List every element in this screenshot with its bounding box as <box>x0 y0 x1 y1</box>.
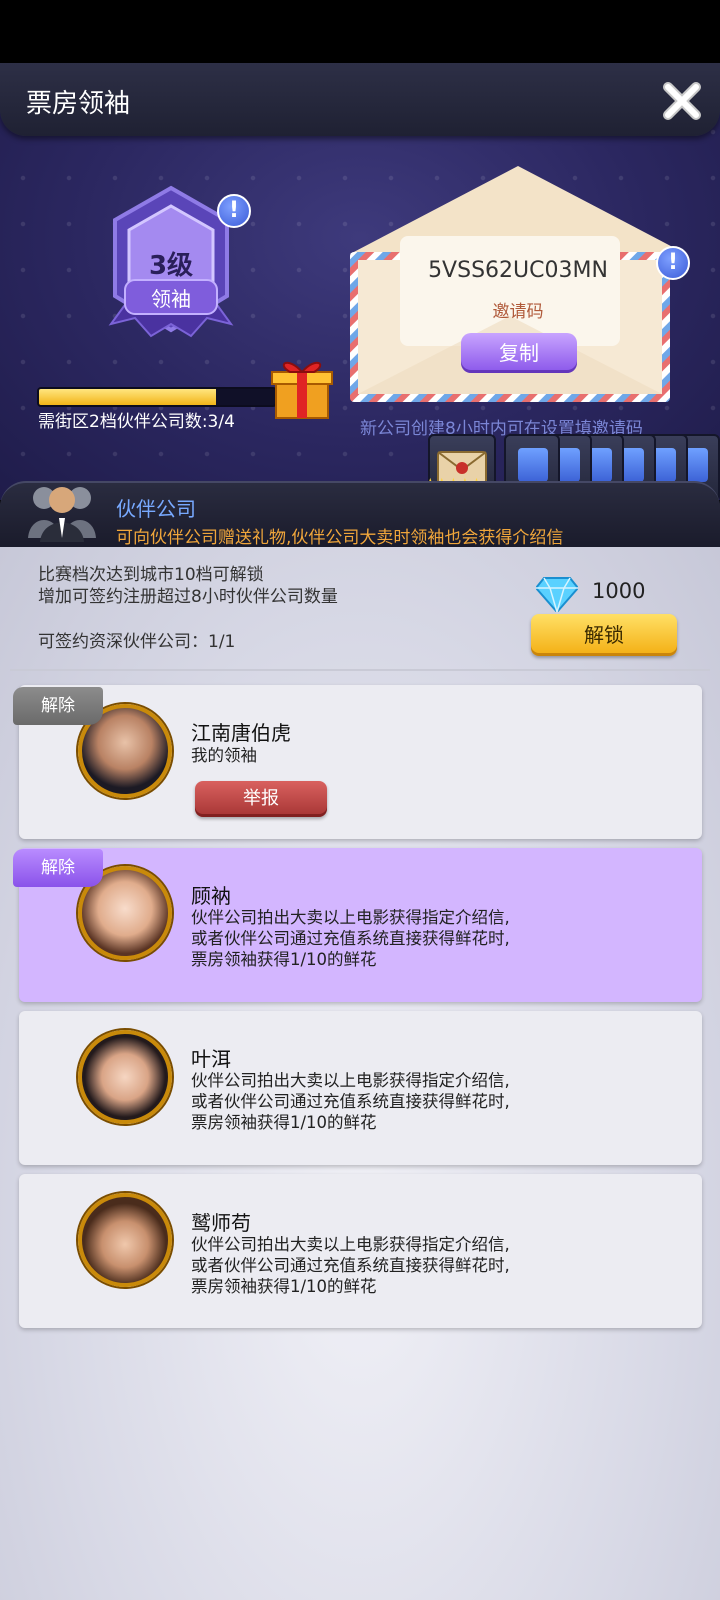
member-name: 鹫师苟 <box>191 1211 251 1235</box>
partner-section-title: 伙伴公司 <box>116 497 196 521</box>
member-desc-line: 伙伴公司拍出大卖以上电影获得指定介绍信, <box>191 1071 510 1090</box>
status-bar <box>0 0 720 63</box>
release-tag[interactable]: 解除 <box>13 687 103 725</box>
member-desc-line: 或者伙伴公司通过充值系统直接获得鲜花时, <box>191 1092 510 1111</box>
level-progress-label: 需街区2档伙伴公司数:3/4 <box>38 412 235 432</box>
member-desc-line: 或者伙伴公司通过充值系统直接获得鲜花时, <box>191 1256 510 1275</box>
invite-info-icon[interactable]: ! <box>656 246 690 280</box>
invite-code-label: 邀请码 <box>492 302 544 322</box>
member-avatar[interactable] <box>78 1030 172 1124</box>
member-name: 江南唐伯虎 <box>191 721 291 745</box>
member-role: 我的领袖 <box>191 746 257 765</box>
close-icon[interactable] <box>660 79 704 123</box>
level-title: 领袖 <box>151 287 191 311</box>
invite-code: 5VSS62UC03MN <box>428 258 608 283</box>
report-button[interactable]: 举报 <box>195 781 327 817</box>
unlock-button[interactable]: 解锁 <box>531 614 677 656</box>
member-avatar[interactable] <box>78 1193 172 1287</box>
page-title: 票房领袖 <box>26 89 131 119</box>
header-bar: 票房领袖 <box>0 63 720 136</box>
level-progress-bar <box>37 387 277 407</box>
diamond-icon <box>536 577 578 612</box>
member-desc-line: 或者伙伴公司通过充值系统直接获得鲜花时, <box>191 929 510 948</box>
member-name: 叶洱 <box>191 1047 231 1071</box>
partners-icon <box>28 487 96 542</box>
member-desc-line: 伙伴公司拍出大卖以上电影获得指定介绍信, <box>191 1235 510 1254</box>
unlock-price: 1000 <box>592 579 646 603</box>
divider <box>10 669 710 671</box>
level-info-icon[interactable]: ! <box>217 194 251 228</box>
release-tag[interactable]: 解除 <box>13 849 103 887</box>
copy-button[interactable]: 复制 <box>461 333 577 373</box>
level-progress-fill <box>39 389 216 405</box>
member-desc-line: 伙伴公司拍出大卖以上电影获得指定介绍信, <box>191 908 510 927</box>
member-name: 顾衲 <box>191 884 231 908</box>
invite-envelope <box>350 166 686 402</box>
senior-partner-count: 可签约资深伙伴公司：1/1 <box>38 632 236 652</box>
member-desc-line: 票房领袖获得1/10的鲜花 <box>191 950 377 969</box>
level-text: 3级 <box>148 251 194 281</box>
unlock-benefit: 增加可签约注册超过8小时伙伴公司数量 <box>38 587 338 607</box>
partner-section-desc: 可向伙伴公司赠送礼物,伙伴公司大卖时领袖也会获得介绍信 <box>116 528 564 548</box>
member-desc-line: 票房领袖获得1/10的鲜花 <box>191 1277 377 1296</box>
gift-icon[interactable] <box>270 354 334 420</box>
member-desc-line: 票房领袖获得1/10的鲜花 <box>191 1113 377 1132</box>
